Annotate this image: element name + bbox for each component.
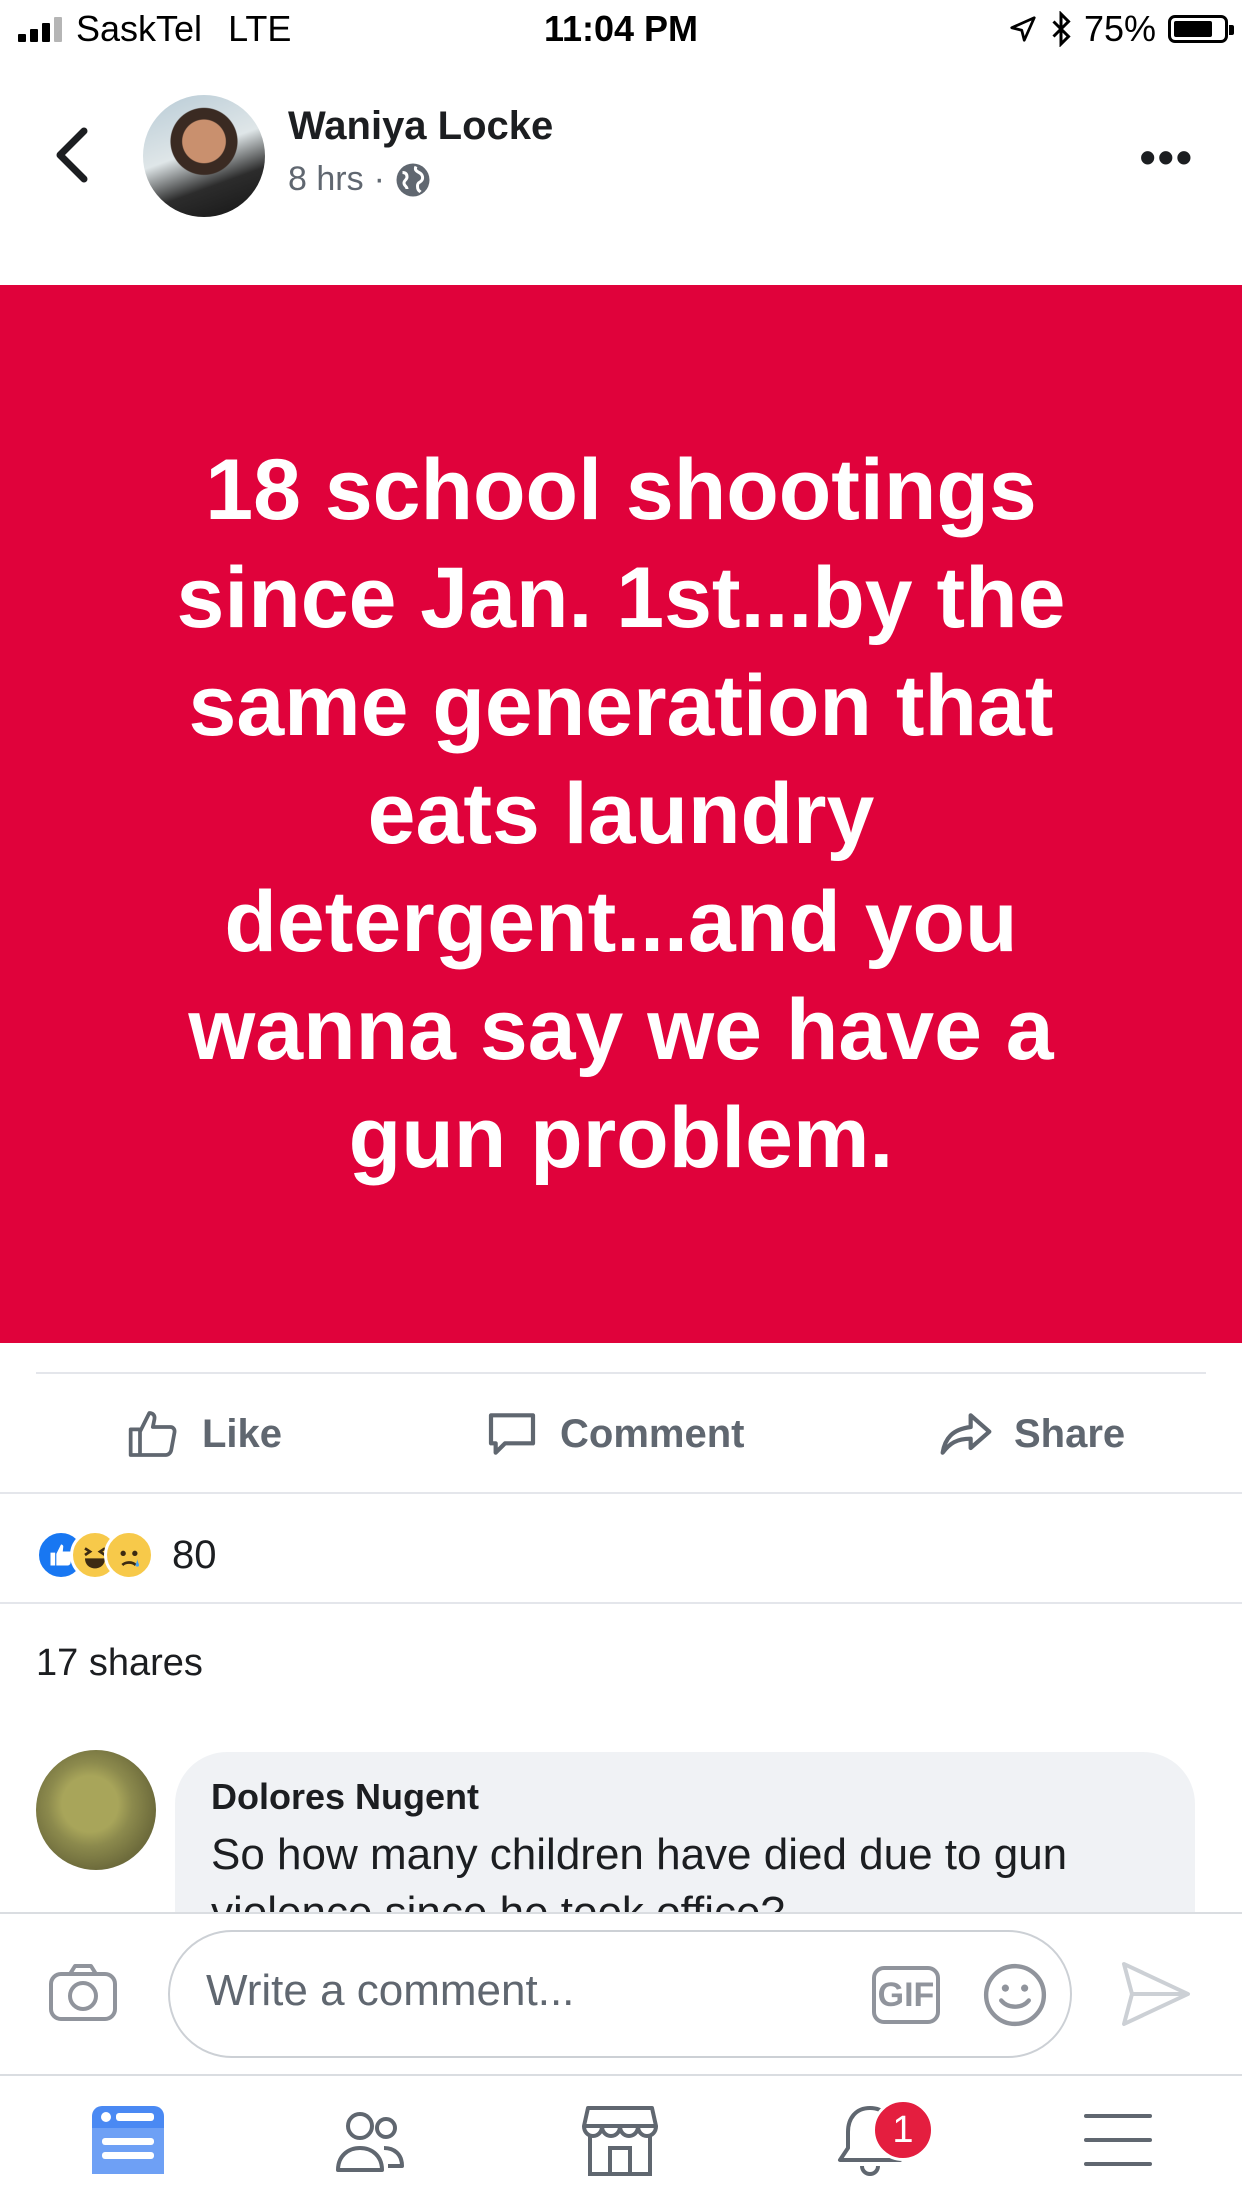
divider	[0, 1492, 1242, 1494]
divider	[0, 1602, 1242, 1604]
divider	[36, 1372, 1206, 1374]
comment-input[interactable]: Write a comment... GIF	[168, 1930, 1072, 2058]
sad-reaction-icon	[104, 1530, 154, 1580]
emoji-icon[interactable]	[982, 1962, 1048, 2028]
author-avatar[interactable]	[143, 95, 265, 217]
comment-label: Comment	[560, 1411, 745, 1456]
notifications-badge: 1	[872, 2099, 934, 2161]
post-meta: 8 hrs ·	[288, 160, 431, 199]
send-icon[interactable]	[1120, 1960, 1192, 2028]
comment-text: So how many children have died due to gu…	[211, 1830, 1068, 1922]
post-time[interactable]: 8 hrs	[288, 160, 364, 199]
commenter-avatar[interactable]	[36, 1750, 156, 1870]
camera-icon[interactable]	[48, 1962, 118, 2022]
news-feed-icon[interactable]	[88, 2100, 168, 2180]
gif-button[interactable]: GIF	[872, 1966, 940, 2024]
more-options-button[interactable]: •••	[1140, 130, 1194, 184]
comment-author-name[interactable]: Dolores Nugent	[211, 1776, 479, 1818]
status-right: 75%	[1008, 8, 1234, 50]
post-actions-bar: Like Comment Share	[0, 1375, 1242, 1493]
share-arrow-icon	[940, 1413, 992, 1455]
marketplace-icon[interactable]	[580, 2100, 660, 2180]
reaction-summary[interactable]: 80	[36, 1530, 217, 1580]
location-icon	[1010, 16, 1036, 42]
comment-button[interactable]: Comment	[484, 1375, 744, 1493]
status-bar: SaskTel LTE 11:04 PM 75%	[0, 0, 1242, 62]
reaction-count: 80	[172, 1532, 217, 1577]
like-label: Like	[202, 1411, 283, 1456]
post-author-name[interactable]: Waniya Locke	[288, 104, 553, 149]
comment-bubble[interactable]: Dolores Nugent So how many children have…	[175, 1752, 1195, 1922]
meta-separator: ·	[373, 160, 385, 198]
battery-icon	[1168, 15, 1234, 43]
comment-input-placeholder: Write a comment...	[206, 1966, 575, 2015]
share-label: Share	[1014, 1411, 1126, 1456]
post-background-card: 18 school shootings since Jan. 1st...by …	[0, 285, 1242, 1343]
thumbs-up-icon	[128, 1411, 177, 1457]
friends-icon[interactable]	[330, 2100, 410, 2180]
like-button[interactable]: Like	[126, 1375, 282, 1493]
post-text: 18 school shootings since Jan. 1st...by …	[176, 442, 1066, 1186]
shares-count[interactable]: 17 shares	[36, 1642, 203, 1685]
globe-icon	[396, 163, 430, 196]
back-arrow-icon[interactable]	[48, 125, 96, 185]
comment-bubble-icon	[488, 1413, 536, 1455]
bluetooth-icon	[1052, 11, 1071, 47]
menu-hamburger-icon[interactable]	[1078, 2100, 1158, 2180]
battery-percent: 75%	[1083, 8, 1156, 49]
share-button[interactable]: Share	[938, 1375, 1125, 1493]
